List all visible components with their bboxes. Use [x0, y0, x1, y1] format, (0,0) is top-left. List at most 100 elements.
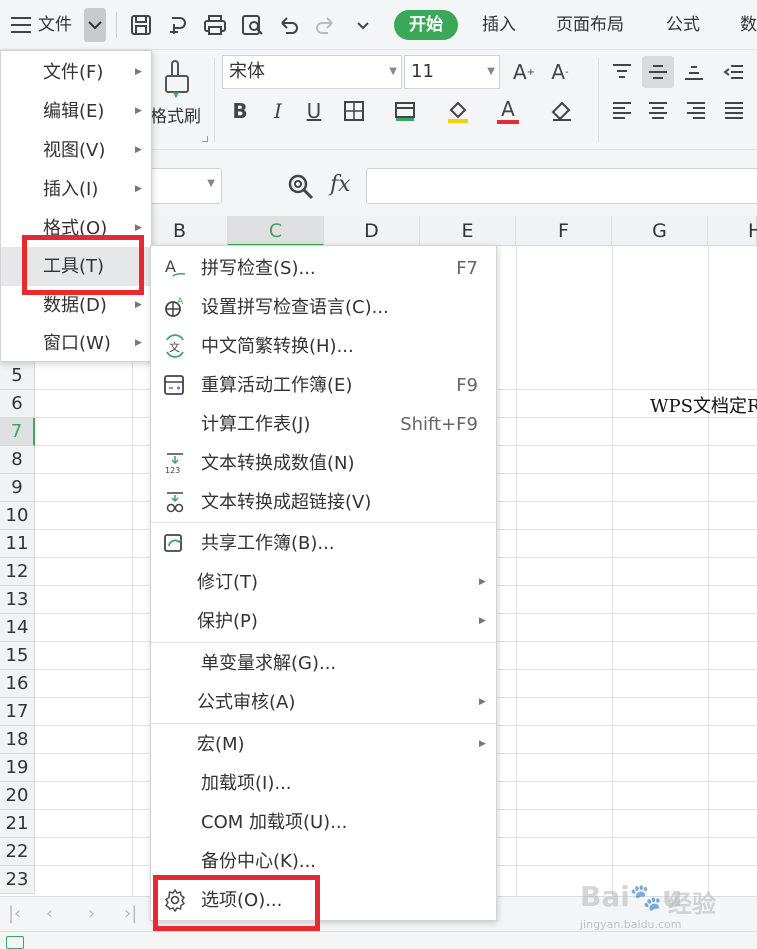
underline-button[interactable]: U	[298, 95, 330, 127]
tab-data[interactable]: 数	[740, 0, 757, 50]
save-icon[interactable]	[126, 10, 156, 40]
menu-item-edit[interactable]: 编辑(E) ▶	[1, 92, 151, 131]
menu-item-text-to-link[interactable]: 文本转换成超链接(V)	[151, 483, 496, 522]
menu-item-share-workbook[interactable]: 共享工作簿(B)...	[151, 524, 496, 563]
zoom-search-icon[interactable]	[286, 172, 316, 202]
column-header-h[interactable]: H	[708, 216, 757, 246]
row-header-17[interactable]: 17	[0, 698, 35, 726]
tab-page-layout[interactable]: 页面布局	[556, 0, 624, 50]
column-header-c[interactable]: C	[228, 216, 324, 246]
fx-icon[interactable]: fx	[330, 172, 351, 197]
menu-item-insert[interactable]: 插入(I) ▶	[1, 170, 151, 209]
align-bottom-icon[interactable]	[678, 56, 710, 88]
cell-g6[interactable]: WPS文档定R	[650, 392, 757, 418]
row-header-12[interactable]: 12	[0, 558, 35, 586]
hamburger-menu-icon[interactable]	[6, 10, 36, 40]
customize-toolbar-icon[interactable]	[348, 10, 378, 40]
align-top-icon[interactable]	[606, 56, 638, 88]
menu-item-revisions[interactable]: 修订(T) ▶	[151, 563, 496, 602]
font-name-select[interactable]: 宋体 ▼	[222, 55, 402, 89]
prev-sheet-icon[interactable]: ‹	[46, 903, 53, 924]
row-header-9[interactable]: 9	[0, 474, 35, 502]
chevron-down-icon[interactable]: ▼	[389, 56, 397, 88]
row-header-13[interactable]: 13	[0, 586, 35, 614]
italic-button[interactable]: I	[262, 95, 294, 127]
last-sheet-icon[interactable]: ›|	[124, 903, 137, 924]
print-icon[interactable]	[200, 10, 230, 40]
align-center-icon[interactable]	[642, 95, 674, 127]
chevron-down-icon[interactable]: ▼	[207, 178, 215, 189]
tab-formulas[interactable]: 公式	[666, 0, 700, 50]
menu-item-macro[interactable]: 宏(M) ▶	[151, 725, 496, 764]
row-header-5[interactable]: 5	[0, 362, 35, 390]
column-header-e[interactable]: E	[420, 216, 516, 246]
menu-item-com-addins[interactable]: COM 加载项(U)...	[151, 803, 496, 842]
file-menu-button[interactable]: 文件	[38, 0, 72, 50]
row-header-16[interactable]: 16	[0, 670, 35, 698]
menu-item-view[interactable]: 视图(V) ▶	[1, 131, 151, 170]
align-middle-icon[interactable]	[642, 56, 674, 88]
grid-line	[612, 246, 613, 898]
menu-item-text-to-number[interactable]: 123 文本转换成数值(N)	[151, 444, 496, 483]
justify-icon[interactable]	[718, 95, 750, 127]
clear-format-icon[interactable]	[546, 95, 578, 127]
menu-item-window[interactable]: 窗口(W) ▶	[1, 324, 151, 363]
macro-record-icon[interactable]	[6, 936, 24, 949]
column-header-f[interactable]: F	[516, 216, 612, 246]
cell-style-icon[interactable]	[390, 95, 422, 127]
row-header-11[interactable]: 11	[0, 530, 35, 558]
row-header-18[interactable]: 18	[0, 726, 35, 754]
row-header-7[interactable]: 7	[0, 418, 35, 446]
font-size-select[interactable]: 11 ▼	[404, 55, 500, 89]
watermark-logo-cn: 经验	[668, 890, 716, 918]
row-header-14[interactable]: 14	[0, 614, 35, 642]
column-header-d[interactable]: D	[324, 216, 420, 246]
row-header-15[interactable]: 15	[0, 642, 35, 670]
row-header-10[interactable]: 10	[0, 502, 35, 530]
shrink-font-icon[interactable]: A-	[544, 56, 576, 88]
export-icon[interactable]	[162, 10, 192, 40]
font-color-glyph: A	[501, 96, 515, 121]
borders-icon[interactable]	[338, 95, 370, 127]
menu-dropdown-button[interactable]	[84, 8, 106, 42]
formula-input[interactable]	[366, 168, 757, 204]
menu-item-formula-audit[interactable]: 公式审核(A) ▶	[151, 683, 496, 722]
menu-item-protect[interactable]: 保护(P) ▶	[151, 602, 496, 641]
row-header-19[interactable]: 19	[0, 754, 35, 782]
grow-font-icon[interactable]: A +	[508, 56, 540, 88]
row-header-8[interactable]: 8	[0, 446, 35, 474]
group-expand-icon[interactable]	[202, 136, 208, 142]
row-header-23[interactable]: 23	[0, 866, 35, 894]
column-header-g[interactable]: G	[612, 216, 708, 246]
tab-start[interactable]: 开始	[394, 10, 458, 40]
menu-item-addins[interactable]: 加载项(I)...	[151, 764, 496, 803]
format-painter-button[interactable]: 格式刷	[150, 102, 201, 127]
name-box[interactable]: ▼	[140, 168, 222, 204]
menu-item-file[interactable]: 文件(F) ▶	[1, 53, 151, 92]
first-sheet-icon[interactable]: |‹	[8, 903, 21, 924]
tab-insert[interactable]: 插入	[482, 0, 516, 50]
next-sheet-icon[interactable]: ›	[88, 903, 95, 924]
menu-item-calc-sheet[interactable]: 计算工作表(J) Shift+F9	[151, 405, 496, 444]
row-header-20[interactable]: 20	[0, 782, 35, 810]
redo-icon[interactable]	[310, 10, 340, 40]
row-header-6[interactable]: 6	[0, 390, 35, 418]
undo-icon[interactable]	[274, 10, 304, 40]
chevron-down-icon[interactable]: ▼	[487, 56, 495, 88]
menu-item-recalc-workbook[interactable]: 重算活动工作簿(E) F9	[151, 366, 496, 405]
menu-item-spell-check[interactable]: A 拼写检查(S)... F7	[151, 249, 496, 288]
highlight-box-tools	[22, 235, 144, 295]
fill-color-icon[interactable]	[442, 95, 474, 127]
row-header-21[interactable]: 21	[0, 810, 35, 838]
indent-decrease-icon[interactable]	[718, 56, 750, 88]
print-preview-icon[interactable]	[238, 10, 268, 40]
row-header-22[interactable]: 22	[0, 838, 35, 866]
menu-item-goal-seek[interactable]: 单变量求解(G)...	[151, 644, 496, 683]
menu-item-chinese-convert[interactable]: 文 中文简繁转换(H)...	[151, 327, 496, 366]
menu-item-spell-language[interactable]: A 设置拼写检查语言(C)...	[151, 288, 496, 327]
align-right-icon[interactable]	[680, 95, 712, 127]
font-color-icon[interactable]: A	[492, 95, 524, 127]
align-left-icon[interactable]	[606, 95, 638, 127]
bold-button[interactable]: B	[224, 95, 256, 127]
format-painter-icon[interactable]	[160, 58, 194, 99]
